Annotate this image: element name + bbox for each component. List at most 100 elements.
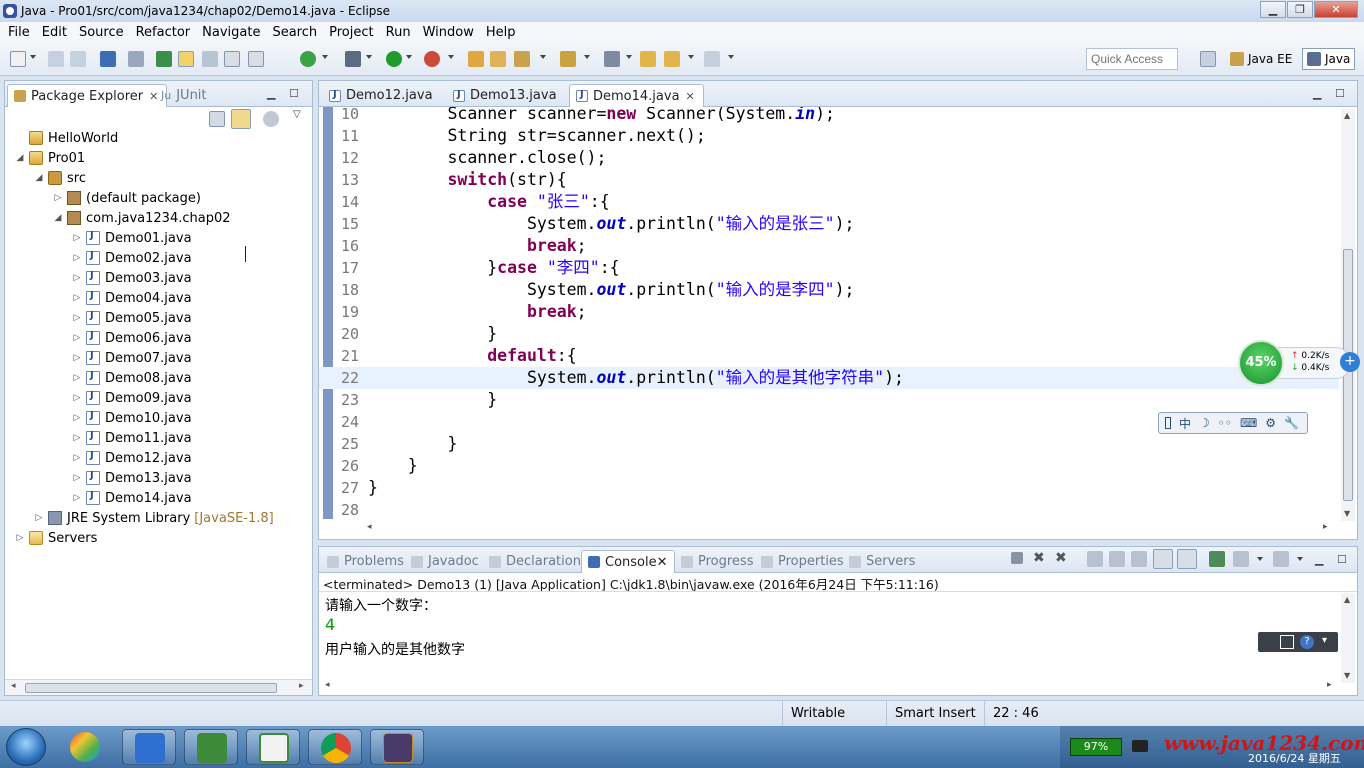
remove-launch-icon[interactable]: ✖ [1033, 550, 1045, 566]
taskbar-app-camtasia-1[interactable] [184, 729, 238, 765]
menu-run[interactable]: Run [380, 25, 417, 40]
tree-item[interactable]: ▷ Demo08.java [72, 368, 192, 388]
ime-toolbar[interactable]: 中 ☽ ◦◦ ⌨ ⚙ 🔧 [1158, 412, 1308, 434]
save-icon[interactable] [48, 51, 64, 67]
tree-item[interactable]: ▷ Demo10.java [72, 408, 192, 428]
skip-breakpoints-icon[interactable] [128, 51, 144, 67]
scroll-down-icon[interactable]: ▼ [1344, 671, 1350, 680]
code-line[interactable]: 21 default:{ [319, 345, 1339, 367]
twisty-icon[interactable]: ▷ [72, 353, 82, 363]
perspective-java[interactable]: Java [1302, 48, 1356, 70]
twisty-icon[interactable]: ◢ [15, 153, 25, 163]
tree-item[interactable]: ▷ Demo13.java [72, 468, 192, 488]
code-line[interactable]: 12 scanner.close(); [319, 147, 1339, 169]
tree-item[interactable]: ▷ Demo04.java [72, 288, 192, 308]
tree-item[interactable]: ▷ Servers [15, 528, 98, 548]
menu-source[interactable]: Source [73, 25, 130, 40]
prev-annotation-dropdown-icon[interactable] [626, 55, 632, 59]
tree-item[interactable]: HelloWorld [15, 128, 118, 148]
twisty-icon[interactable]: ▷ [53, 193, 63, 203]
code-line[interactable]: 22 System.out.println("输入的是其他字符串"); [319, 367, 1339, 389]
link-with-editor-icon[interactable] [231, 109, 251, 129]
tree-item[interactable]: ▷ Demo02.java [72, 248, 192, 268]
run-icon[interactable] [386, 51, 402, 67]
tree-item[interactable]: ▷ Demo11.java [72, 428, 192, 448]
show-whitespace-icon[interactable] [248, 51, 264, 67]
close-button[interactable]: ✕ [1314, 1, 1358, 18]
tab-demo14[interactable]: Demo14.java ✕ [569, 84, 704, 107]
tab-properties[interactable]: Properties [755, 550, 850, 573]
tree-item[interactable]: ◢ com.java1234.chap02 [53, 208, 231, 228]
tree-item[interactable]: ▷ Demo01.java [72, 228, 192, 248]
twisty-icon[interactable]: ▷ [72, 433, 82, 443]
tab-package-explorer[interactable]: Package Explorer ✕ [7, 84, 168, 107]
tree-item[interactable]: ▷ Demo12.java [72, 448, 192, 468]
tab-servers[interactable]: Servers [843, 550, 921, 573]
last-edit-icon[interactable] [640, 51, 656, 67]
code-editor[interactable]: 10 Scanner scanner=new Scanner(System.in… [319, 107, 1339, 519]
power-plug-icon[interactable] [1132, 740, 1148, 752]
twisty-icon[interactable]: ▷ [72, 393, 82, 403]
open-console-dropdown-icon[interactable] [1297, 557, 1303, 561]
scroll-right-icon[interactable]: ▸ [299, 681, 304, 691]
tree-item[interactable]: ▷ Demo14.java [72, 488, 192, 508]
prev-annotation-icon[interactable] [604, 51, 620, 67]
tab-junit[interactable]: Ju JUnit [155, 84, 215, 107]
maximize-view-icon[interactable]: ☐ [1335, 87, 1345, 100]
code-line[interactable]: 15 System.out.println("输入的是张三"); [319, 213, 1339, 235]
collapse-all-icon[interactable] [209, 111, 225, 127]
code-line[interactable]: 17 }case "李四":{ [319, 257, 1339, 279]
debug-icon[interactable] [345, 51, 361, 67]
wrench-icon[interactable]: 🔧 [1284, 416, 1299, 430]
punctuation-icon[interactable]: ◦◦ [1218, 416, 1232, 430]
back-icon[interactable] [664, 51, 680, 67]
twisty-icon[interactable]: ▷ [72, 253, 82, 263]
taskbar-app-wps[interactable] [122, 729, 176, 765]
menu-file[interactable]: File [2, 25, 36, 40]
twisty-icon[interactable]: ▷ [72, 233, 82, 243]
twisty-icon[interactable]: ▷ [72, 333, 82, 343]
editor-hscroll[interactable]: ◂ ▸ [363, 521, 1339, 537]
code-line[interactable]: 25 } [319, 433, 1339, 455]
console-vscroll[interactable]: ▲ ▼ [1341, 593, 1355, 683]
code-line[interactable]: 23 } [319, 389, 1339, 411]
taskbar-app-1[interactable] [58, 729, 112, 765]
pin-icon[interactable] [202, 51, 218, 67]
scroll-right-icon[interactable]: ▸ [1323, 522, 1328, 532]
tab-declaration[interactable]: Declaration [483, 550, 587, 573]
new-dropdown-icon[interactable] [30, 55, 36, 59]
scroll-up-icon[interactable]: ▲ [1344, 111, 1350, 120]
help-icon[interactable]: ? [1300, 635, 1314, 649]
code-line[interactable]: 26 } [319, 455, 1339, 477]
code-line[interactable]: 19 break; [319, 301, 1339, 323]
new-package-icon[interactable] [468, 51, 484, 67]
tree-item[interactable]: ▷ Demo06.java [72, 328, 192, 348]
code-line[interactable]: 13 switch(str){ [319, 169, 1339, 191]
scroll-up-icon[interactable]: ▲ [1344, 595, 1350, 604]
twisty-icon[interactable]: ◢ [34, 173, 44, 183]
open-perspective-icon[interactable] [1200, 51, 1216, 67]
editor-vscroll[interactable]: ▲ ▼ [1341, 109, 1355, 521]
forward-dropdown-icon[interactable] [728, 55, 734, 59]
minimize-view-icon[interactable]: ▁ [1313, 87, 1321, 100]
show-stdout-icon[interactable] [1153, 549, 1173, 569]
new-icon[interactable] [10, 51, 26, 67]
annotation-dropdown-icon[interactable] [584, 55, 590, 59]
scroll-down-icon[interactable]: ▼ [1344, 509, 1350, 518]
view-dropdown-icon[interactable]: ▽ [293, 109, 301, 120]
forward-icon[interactable] [704, 51, 720, 67]
refresh-icon[interactable] [300, 51, 316, 67]
scroll-right-icon[interactable]: ▸ [1327, 680, 1332, 690]
scroll-left-icon[interactable]: ◂ [11, 681, 16, 691]
tab-demo12[interactable]: Demo12.java [323, 84, 441, 107]
code-line[interactable]: 20 } [319, 323, 1339, 345]
chevron-down-icon[interactable]: ▾ [1322, 635, 1327, 646]
taskbar-app-eclipse[interactable] [370, 729, 424, 765]
remove-all-icon[interactable]: ✖ [1055, 550, 1067, 566]
display-console-icon[interactable] [1233, 551, 1249, 567]
search-dropdown-icon[interactable] [540, 55, 546, 59]
open-type-icon[interactable] [156, 51, 172, 67]
tab-problems[interactable]: Problems [321, 550, 410, 573]
ime-chinese-mode[interactable]: 中 [1179, 415, 1191, 432]
mark-occurrences-icon[interactable] [178, 51, 194, 67]
